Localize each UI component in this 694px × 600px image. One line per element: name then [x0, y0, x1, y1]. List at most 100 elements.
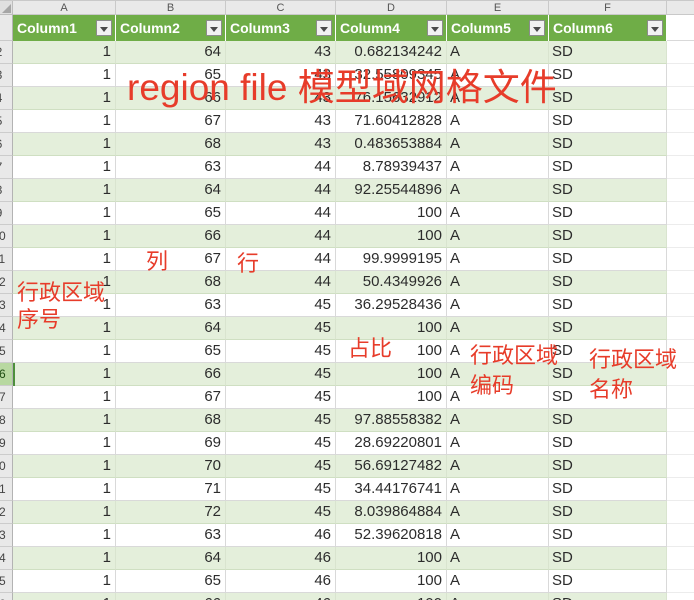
- table-cell[interactable]: 0.483653884: [336, 133, 447, 156]
- table-cell[interactable]: A: [447, 179, 549, 202]
- table-cell[interactable]: 65: [116, 64, 226, 87]
- table-cell[interactable]: 1: [13, 409, 116, 432]
- row-header-22[interactable]: 22: [0, 501, 13, 524]
- table-cell[interactable]: A: [447, 501, 549, 524]
- table-cell[interactable]: A: [447, 593, 549, 600]
- table-cell[interactable]: 67: [116, 248, 226, 271]
- table-cell[interactable]: 44: [226, 179, 336, 202]
- table-cell[interactable]: 100: [336, 386, 447, 409]
- table-cell[interactable]: 64: [116, 41, 226, 64]
- table-cell[interactable]: 100: [336, 363, 447, 386]
- table-cell[interactable]: 1: [13, 432, 116, 455]
- filter-dropdown-button[interactable]: [206, 20, 222, 36]
- table-cell[interactable]: A: [447, 524, 549, 547]
- table-cell[interactable]: 44: [226, 202, 336, 225]
- table-cell[interactable]: 1: [13, 386, 116, 409]
- table-cell[interactable]: 66: [116, 225, 226, 248]
- table-cell[interactable]: 1: [13, 156, 116, 179]
- column-letter-C[interactable]: C: [226, 1, 336, 15]
- table-cell[interactable]: SD: [549, 409, 667, 432]
- table-cell[interactable]: SD: [549, 110, 667, 133]
- row-header-17[interactable]: 17: [0, 386, 13, 409]
- table-cell[interactable]: SD: [549, 202, 667, 225]
- column-letter-E[interactable]: E: [447, 1, 549, 15]
- table-cell[interactable]: SD: [549, 41, 667, 64]
- table-cell[interactable]: A: [447, 317, 549, 340]
- table-cell[interactable]: 92.25544896: [336, 179, 447, 202]
- filter-dropdown-button[interactable]: [529, 20, 545, 36]
- table-cell[interactable]: A: [447, 271, 549, 294]
- table-cell[interactable]: 99.9999195: [336, 248, 447, 271]
- table-cell[interactable]: A: [447, 248, 549, 271]
- table-cell[interactable]: A: [447, 409, 549, 432]
- table-cell[interactable]: 1: [13, 41, 116, 64]
- table-cell[interactable]: 45: [226, 386, 336, 409]
- table-cell[interactable]: 69: [116, 432, 226, 455]
- table-cell[interactable]: SD: [549, 501, 667, 524]
- table-cell[interactable]: SD: [549, 340, 667, 363]
- table-cell[interactable]: 1: [13, 202, 116, 225]
- table-cell[interactable]: 50.4349926: [336, 271, 447, 294]
- table-cell[interactable]: 46: [226, 570, 336, 593]
- table-cell[interactable]: SD: [549, 156, 667, 179]
- table-cell[interactable]: 45: [226, 294, 336, 317]
- table-cell[interactable]: A: [447, 363, 549, 386]
- row-header-26[interactable]: 26: [0, 593, 13, 600]
- table-cell[interactable]: SD: [549, 294, 667, 317]
- table-cell[interactable]: SD: [549, 271, 667, 294]
- row-header-5[interactable]: 5: [0, 110, 13, 133]
- table-cell[interactable]: 1: [13, 501, 116, 524]
- table-cell[interactable]: 45: [226, 340, 336, 363]
- table-cell[interactable]: 63: [116, 524, 226, 547]
- table-cell[interactable]: A: [447, 386, 549, 409]
- table-cell[interactable]: SD: [549, 363, 667, 386]
- filter-dropdown-button[interactable]: [316, 20, 332, 36]
- table-cell[interactable]: SD: [549, 225, 667, 248]
- row-header-10[interactable]: 10: [0, 225, 13, 248]
- table-cell[interactable]: SD: [549, 570, 667, 593]
- table-cell[interactable]: 1: [13, 524, 116, 547]
- table-cell[interactable]: 1: [13, 547, 116, 570]
- table-cell[interactable]: 1: [13, 271, 116, 294]
- row-header-12[interactable]: 12: [0, 271, 13, 294]
- table-cell[interactable]: 34.44176741: [336, 478, 447, 501]
- table-cell[interactable]: A: [447, 455, 549, 478]
- table-cell[interactable]: A: [447, 547, 549, 570]
- table-cell[interactable]: 100: [336, 340, 447, 363]
- table-cell[interactable]: 43: [226, 110, 336, 133]
- table-cell[interactable]: 1: [13, 317, 116, 340]
- table-cell[interactable]: 46: [226, 524, 336, 547]
- table-cell[interactable]: 1: [13, 248, 116, 271]
- table-cell[interactable]: 44: [226, 248, 336, 271]
- table-cell[interactable]: 100: [336, 547, 447, 570]
- table-cell[interactable]: 64: [116, 317, 226, 340]
- row-header-20[interactable]: 20: [0, 455, 13, 478]
- table-cell[interactable]: 1: [13, 455, 116, 478]
- table-cell[interactable]: 71: [116, 478, 226, 501]
- table-cell[interactable]: 64: [116, 179, 226, 202]
- table-cell[interactable]: 8.78939437: [336, 156, 447, 179]
- table-cell[interactable]: 43: [226, 64, 336, 87]
- table-cell[interactable]: SD: [549, 547, 667, 570]
- header-cell-column1[interactable]: Column1: [13, 15, 116, 41]
- table-cell[interactable]: A: [447, 156, 549, 179]
- row-header-2[interactable]: 2: [0, 41, 13, 64]
- header-cell-column4[interactable]: Column4: [336, 15, 447, 41]
- table-cell[interactable]: A: [447, 133, 549, 156]
- table-cell[interactable]: 64: [116, 547, 226, 570]
- table-cell[interactable]: 63: [116, 156, 226, 179]
- table-cell[interactable]: SD: [549, 386, 667, 409]
- table-cell[interactable]: 100: [336, 570, 447, 593]
- table-cell[interactable]: A: [447, 225, 549, 248]
- table-cell[interactable]: 0.682134242: [336, 41, 447, 64]
- table-cell[interactable]: 70: [116, 455, 226, 478]
- table-cell[interactable]: 1: [13, 87, 116, 110]
- row-header-18[interactable]: 18: [0, 409, 13, 432]
- table-cell[interactable]: A: [447, 110, 549, 133]
- row-header-21[interactable]: 21: [0, 478, 13, 501]
- table-cell[interactable]: 66: [116, 363, 226, 386]
- table-cell[interactable]: 44: [226, 156, 336, 179]
- table-cell[interactable]: 1: [13, 225, 116, 248]
- row-header-16[interactable]: 16: [0, 363, 13, 386]
- table-cell[interactable]: 68: [116, 409, 226, 432]
